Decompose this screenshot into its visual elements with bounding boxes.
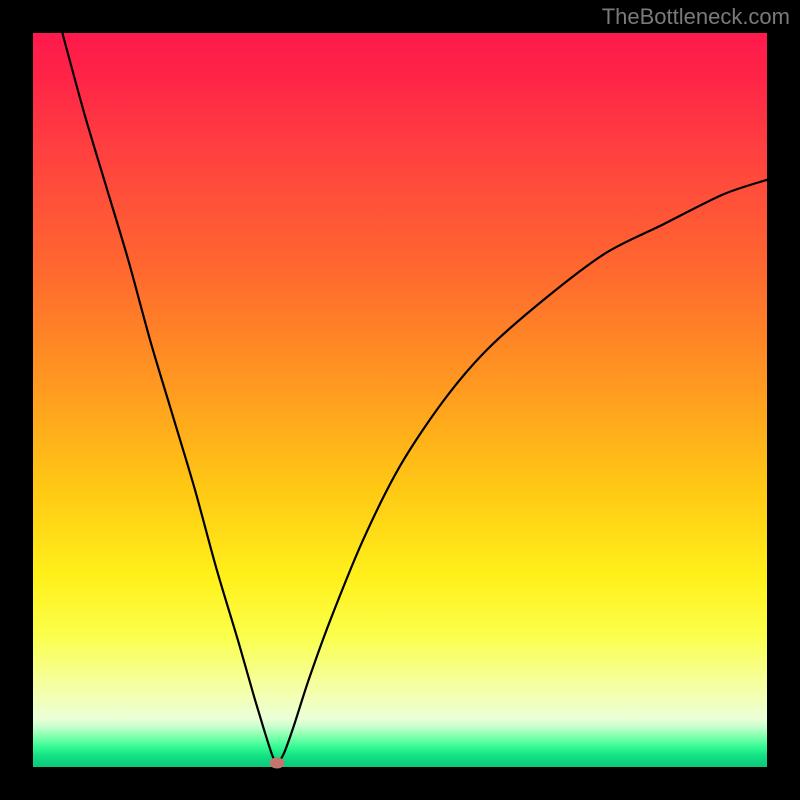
watermark-text: TheBottleneck.com — [602, 4, 790, 30]
minimum-marker-icon — [270, 757, 285, 768]
chart-stage: TheBottleneck.com — [0, 0, 800, 800]
bottleneck-curve — [33, 33, 767, 767]
plot-area — [33, 33, 767, 767]
